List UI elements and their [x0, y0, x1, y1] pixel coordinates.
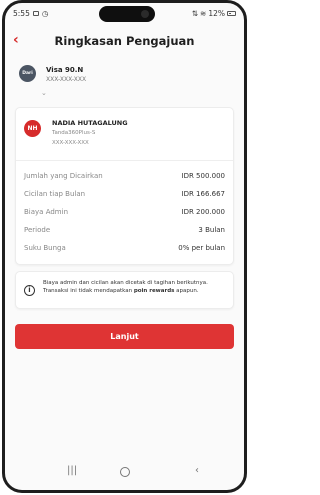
detail-label: Suku Bunga: [24, 244, 66, 252]
detail-label: Periode: [24, 226, 51, 234]
header: ‹ Ringkasan Pengajuan: [5, 29, 244, 53]
continue-button[interactable]: Lanjut: [15, 324, 234, 349]
notice-tail: apapun.: [174, 287, 199, 294]
detail-row: Suku Bunga 0% per bulan: [24, 244, 225, 256]
summary-card: NH NADIA HUTAGALUNG Tanda360Plus-S XXX-X…: [15, 107, 234, 265]
battery-icon: [227, 11, 236, 16]
detail-row: Biaya Admin IDR 200.000: [24, 208, 225, 220]
wifi-icon: ≋: [200, 9, 207, 18]
notice-bold: poin rewards: [133, 287, 175, 294]
source-avatar: Dari: [19, 65, 36, 82]
detail-row: Cicilan tiap Bulan IDR 166.667: [24, 190, 225, 202]
page-title: Ringkasan Pengajuan: [54, 34, 195, 48]
detail-value: IDR 500.000: [181, 172, 226, 180]
detail-value: IDR 166.667: [181, 190, 226, 198]
divider: [16, 160, 233, 161]
battery-percent: 12%: [208, 9, 225, 18]
chevron-down-icon: ⌄: [41, 89, 47, 97]
detail-row: Jumlah yang Dicairkan IDR 500.000: [24, 172, 225, 184]
nav-back-icon[interactable]: ‹: [195, 465, 199, 476]
detail-label: Biaya Admin: [24, 208, 69, 216]
source-number: XXX-XXX-XXX: [46, 76, 87, 83]
info-icon: i: [24, 285, 35, 296]
recipient-number: XXX-XXX-XXX: [52, 140, 89, 146]
recipient-subtitle: Tanda360Plus-S: [52, 130, 96, 136]
recents-icon[interactable]: |||: [67, 465, 77, 476]
recipient-name: NADIA HUTAGALUNG: [52, 119, 128, 127]
gallery-icon: [32, 11, 39, 16]
info-notice: i Biaya admin dan cicilan akan dicetak d…: [15, 271, 234, 309]
home-icon[interactable]: [120, 467, 130, 477]
recipient-avatar: NH: [24, 120, 41, 137]
detail-value: 3 Bulan: [198, 226, 225, 234]
source-account: Dari Visa 90.N XXX-XXX-XXX ⌄: [19, 61, 239, 101]
notification-icon: ◷: [41, 9, 49, 18]
notice-text: Biaya admin dan cicilan akan dicetak di …: [43, 280, 227, 295]
detail-row: Periode 3 Bulan: [24, 226, 225, 238]
detail-value: IDR 200.000: [181, 208, 226, 216]
status-time: 5:55: [13, 9, 30, 18]
detail-label: Cicilan tiap Bulan: [24, 190, 86, 198]
detail-label: Jumlah yang Dicairkan: [24, 172, 103, 180]
phone-frame: 5:55 ◷ ⇅ ≋ 12% ‹ Ringkasan Pengajuan Dar…: [2, 0, 247, 493]
signal-icon: ⇅: [191, 9, 199, 18]
detail-value: 0% per bulan: [178, 244, 225, 252]
system-nav-bar: ||| ‹: [5, 465, 244, 483]
status-bar: 5:55 ◷ ⇅ ≋ 12%: [13, 7, 236, 21]
source-name: Visa 90.N: [46, 66, 84, 74]
